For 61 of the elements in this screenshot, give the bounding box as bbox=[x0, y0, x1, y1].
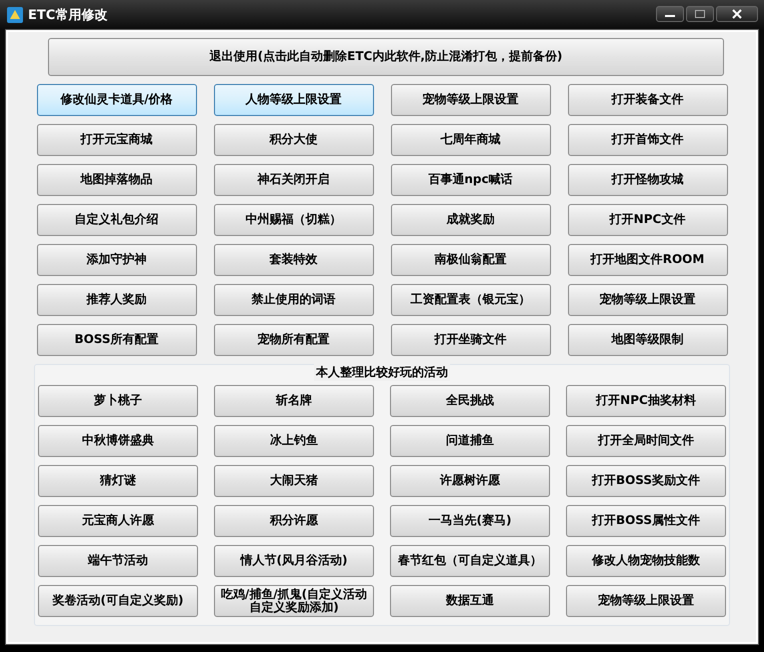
action-button[interactable]: 套装特效 bbox=[214, 244, 374, 276]
action-button[interactable]: 奖卷活动(可自定义奖励) bbox=[38, 585, 198, 617]
action-button[interactable]: 萝卜桃子 bbox=[38, 385, 198, 417]
action-button[interactable]: 打开BOSS属性文件 bbox=[566, 505, 726, 537]
action-button[interactable]: 地图掉落物品 bbox=[36, 164, 196, 196]
action-button[interactable]: 积分许愿 bbox=[214, 505, 374, 537]
action-button[interactable]: 中秋博饼盛典 bbox=[38, 425, 198, 457]
action-button[interactable]: 神石关闭开启 bbox=[214, 164, 374, 196]
action-button[interactable]: 积分大使 bbox=[214, 124, 374, 156]
action-button[interactable]: 自定义礼包介绍 bbox=[36, 204, 196, 236]
action-button[interactable]: 元宝商人许愿 bbox=[38, 505, 198, 537]
maximize-icon bbox=[695, 10, 705, 18]
action-button[interactable]: 禁止使用的词语 bbox=[214, 284, 374, 316]
action-button[interactable]: 宠物所有配置 bbox=[214, 324, 374, 356]
action-button[interactable]: BOSS所有配置 bbox=[36, 324, 196, 356]
action-button[interactable]: 宠物等级上限设置 bbox=[390, 84, 550, 116]
action-button[interactable]: 数据互通 bbox=[390, 585, 550, 617]
minimize-button[interactable] bbox=[656, 6, 684, 22]
action-button[interactable]: 打开BOSS奖励文件 bbox=[566, 465, 726, 497]
action-button[interactable]: 修改人物宠物技能数 bbox=[566, 545, 726, 577]
action-button[interactable]: 全民挑战 bbox=[390, 385, 550, 417]
action-button[interactable]: 打开装备文件 bbox=[568, 84, 728, 116]
maximize-button[interactable] bbox=[686, 6, 714, 22]
action-button[interactable]: 一马当先(赛马) bbox=[390, 505, 550, 537]
action-button[interactable]: 百事通npc喊话 bbox=[390, 164, 550, 196]
action-button[interactable]: 地图等级限制 bbox=[568, 324, 728, 356]
action-button[interactable]: 打开坐骑文件 bbox=[390, 324, 550, 356]
action-button[interactable]: 宠物等级上限设置 bbox=[568, 284, 728, 316]
action-button[interactable]: 中州赐福（切糕） bbox=[214, 204, 374, 236]
action-button[interactable]: 冰上钓鱼 bbox=[214, 425, 374, 457]
action-button[interactable]: 成就奖励 bbox=[390, 204, 550, 236]
action-button[interactable]: 打开NPC抽奖材料 bbox=[566, 385, 726, 417]
action-button[interactable]: 修改仙灵卡道具/价格 bbox=[36, 84, 196, 116]
action-button[interactable]: 宠物等级上限设置 bbox=[566, 585, 726, 617]
action-button[interactable]: 端午节活动 bbox=[38, 545, 198, 577]
action-button[interactable]: 打开元宝商城 bbox=[36, 124, 196, 156]
window-title: ETC常用修改 bbox=[28, 7, 108, 24]
action-button[interactable]: 打开全局时间文件 bbox=[566, 425, 726, 457]
action-button[interactable]: 打开NPC文件 bbox=[568, 204, 728, 236]
action-button[interactable]: 猜灯谜 bbox=[38, 465, 198, 497]
action-button[interactable]: 问道捕鱼 bbox=[390, 425, 550, 457]
action-button[interactable]: 打开地图文件ROOM bbox=[568, 244, 728, 276]
app-icon bbox=[6, 6, 24, 24]
action-button[interactable]: 工资配置表（银元宝） bbox=[390, 284, 550, 316]
action-button[interactable]: 推荐人奖励 bbox=[36, 284, 196, 316]
group-title: 本人整理比较好玩的活动 bbox=[314, 364, 450, 381]
action-button[interactable]: 春节红包（可自定义道具） bbox=[390, 545, 550, 577]
action-button[interactable]: 吃鸡/捕鱼/抓鬼(自定义活动自定义奖励添加) bbox=[214, 585, 374, 617]
close-button[interactable] bbox=[716, 6, 758, 22]
action-button[interactable]: 情人节(风月谷活动) bbox=[214, 545, 374, 577]
action-button[interactable]: 打开首饰文件 bbox=[568, 124, 728, 156]
action-button[interactable]: 打开怪物攻城 bbox=[568, 164, 728, 196]
action-button[interactable]: 添加守护神 bbox=[36, 244, 196, 276]
action-button[interactable]: 斩名牌 bbox=[214, 385, 374, 417]
action-button[interactable]: 人物等级上限设置 bbox=[214, 84, 374, 116]
action-button[interactable]: 大闹天猪 bbox=[214, 465, 374, 497]
action-button[interactable]: 七周年商城 bbox=[390, 124, 550, 156]
action-button[interactable]: 许愿树许愿 bbox=[390, 465, 550, 497]
action-button[interactable]: 南极仙翁配置 bbox=[390, 244, 550, 276]
exit-button[interactable]: 退出使用(点击此自动删除ETC内此软件,防止混淆打包，提前备份) bbox=[48, 38, 724, 76]
close-icon bbox=[732, 9, 742, 19]
